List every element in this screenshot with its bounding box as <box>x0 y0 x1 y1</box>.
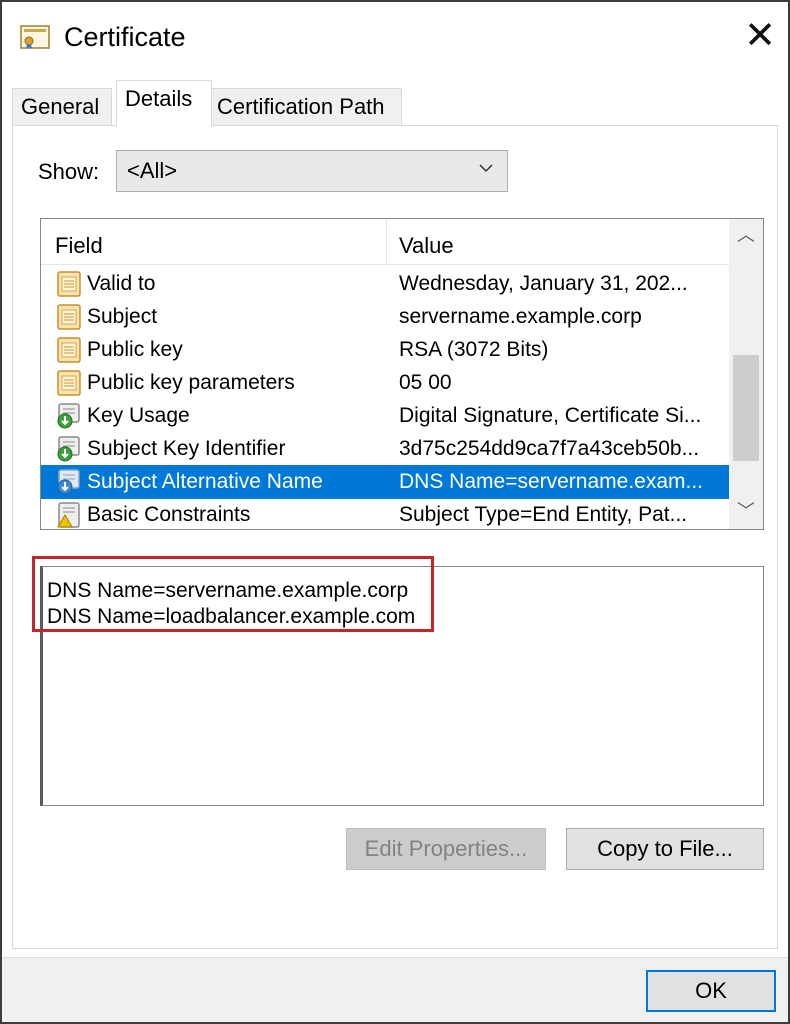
document-icon <box>57 271 81 297</box>
title-bar: Certificate ✕ <box>2 2 788 72</box>
document-icon <box>57 304 81 330</box>
critical-extension-icon <box>57 502 80 528</box>
document-icon <box>57 337 81 363</box>
list-rows: Valid to Wednesday, January 31, 202... S… <box>41 267 729 529</box>
scroll-down-icon[interactable]: ﹀ <box>729 495 763 529</box>
highlight-annotation <box>32 556 434 632</box>
copy-to-file-button[interactable]: Copy to File... <box>566 828 764 870</box>
tab-certification-path[interactable]: Certification Path <box>208 88 402 126</box>
window-title: Certificate <box>64 22 186 52</box>
document-icon <box>57 370 81 396</box>
column-header-value[interactable]: Value <box>399 233 454 259</box>
tab-general[interactable]: General <box>12 88 112 126</box>
tab-strip: General Details Certification Path <box>12 80 778 127</box>
show-selected-value: <All> <box>127 158 178 183</box>
list-item[interactable]: Basic Constraints Subject Type=End Entit… <box>41 498 729 529</box>
list-item-selected[interactable]: Subject Alternative Name DNS Name=server… <box>41 465 729 499</box>
certificate-dialog: Certificate ✕ General Details Certificat… <box>0 0 790 1024</box>
extension-icon <box>57 403 80 429</box>
dialog-footer: OK <box>2 957 788 1022</box>
show-label: Show: <box>38 159 100 184</box>
list-item[interactable]: Subject Key Identifier 3d75c254dd9ca7f7a… <box>41 432 729 466</box>
ok-button[interactable]: OK <box>646 970 776 1012</box>
list-item[interactable]: Key Usage Digital Signature, Certificate… <box>41 399 729 433</box>
column-header-field[interactable]: Field <box>55 233 103 259</box>
list-item[interactable]: Public key RSA (3072 Bits) <box>41 333 729 367</box>
extension-icon <box>57 469 80 495</box>
certificate-icon <box>20 25 50 49</box>
list-item[interactable]: Subject servername.example.corp <box>41 300 729 334</box>
list-item[interactable]: Valid to Wednesday, January 31, 202... <box>41 267 729 301</box>
column-divider[interactable] <box>386 219 387 265</box>
list-header: Field Value <box>41 219 729 265</box>
list-item[interactable]: Public key parameters 05 00 <box>41 366 729 400</box>
show-dropdown[interactable]: <All> <box>116 150 508 192</box>
close-button[interactable]: ✕ <box>732 12 788 60</box>
dialog-content: General Details Certification Path Show:… <box>2 72 788 957</box>
scrollbar-thumb[interactable] <box>733 355 759 461</box>
chevron-down-icon <box>479 164 493 173</box>
fields-list[interactable]: Field Value Valid to Wednesday, January … <box>40 218 764 530</box>
list-scrollbar[interactable]: ︿ ﹀ <box>729 219 763 529</box>
tab-details[interactable]: Details <box>116 80 212 127</box>
edit-properties-button[interactable]: Edit Properties... <box>346 828 546 870</box>
scroll-up-icon[interactable]: ︿ <box>729 219 763 253</box>
extension-icon <box>57 436 80 462</box>
